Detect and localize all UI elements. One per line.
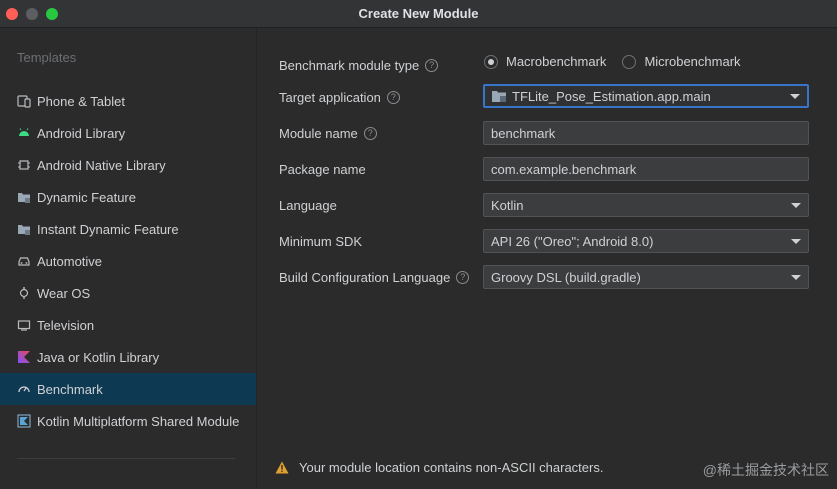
kotlin-icon <box>17 350 31 364</box>
sidebar-item-benchmark[interactable]: Benchmark <box>0 373 256 405</box>
templates-header: Templates <box>17 50 77 65</box>
sidebar-item-label: Wear OS <box>37 285 91 301</box>
min-sdk-label-row: Minimum SDK <box>279 230 362 252</box>
build-config-dropdown[interactable]: Groovy DSL (build.gradle) <box>483 265 809 289</box>
help-icon[interactable]: ? <box>456 270 470 284</box>
chevron-down-icon <box>790 94 800 99</box>
window-title: Create New Module <box>358 6 479 21</box>
module-name-label-row: Module name ? <box>279 122 377 144</box>
target-app-label-row: Target application ? <box>279 86 400 108</box>
package-name-field[interactable]: com.example.benchmark <box>483 157 809 181</box>
radio-unselected-icon[interactable] <box>622 54 637 69</box>
help-icon[interactable]: ? <box>386 90 400 104</box>
sidebar-item-android-native-library[interactable]: Android Native Library <box>0 149 256 181</box>
module-name-label: Module name <box>279 125 358 141</box>
target-app-value: TFLite_Pose_Estimation.app.main <box>512 88 711 104</box>
language-label: Language <box>279 197 337 213</box>
radio-label: Macrobenchmark <box>506 54 607 69</box>
module-name-field[interactable]: benchmark <box>483 121 809 145</box>
build-config-label: Build Configuration Language <box>279 269 451 285</box>
chevron-down-icon <box>791 275 801 280</box>
language-value: Kotlin <box>491 197 524 213</box>
sidebar-item-label: Android Library <box>37 125 126 141</box>
sidebar-item-instant-dynamic-feature[interactable]: Instant Dynamic Feature <box>0 213 256 245</box>
sidebar-item-android-library[interactable]: Android Library <box>0 117 256 149</box>
folder-icon <box>17 190 31 204</box>
sidebar-item-label: Phone & Tablet <box>37 93 125 109</box>
module-folder-icon <box>492 90 506 102</box>
warning-text: Your module location contains non-ASCII … <box>299 460 604 475</box>
non-ascii-warning: Your module location contains non-ASCII … <box>275 460 603 475</box>
module-name-value: benchmark <box>491 125 556 141</box>
package-name-label: Package name <box>279 161 366 177</box>
sidebar-item-wear-os[interactable]: Wear OS <box>0 277 256 309</box>
sidebar-item-label: Android Native Library <box>37 157 166 173</box>
sidebar-item-label: Dynamic Feature <box>37 189 136 205</box>
benchmark-type-radio-group: Macrobenchmark Microbenchmark <box>484 54 757 69</box>
language-label-row: Language <box>279 194 337 216</box>
phone-tablet-icon <box>17 94 31 108</box>
kotlin-mpp-icon <box>17 414 31 428</box>
target-app-dropdown[interactable]: TFLite_Pose_Estimation.app.main <box>483 84 809 108</box>
sidebar-item-television[interactable]: Television <box>0 309 256 341</box>
help-icon[interactable]: ? <box>425 58 439 72</box>
sidebar-item-automotive[interactable]: Automotive <box>0 245 256 277</box>
build-config-value: Groovy DSL (build.gradle) <box>491 269 641 285</box>
watch-icon <box>17 286 31 300</box>
tv-icon <box>17 318 31 332</box>
help-icon[interactable]: ? <box>363 126 377 140</box>
android-icon <box>17 126 31 140</box>
target-app-label: Target application <box>279 89 381 105</box>
sidebar-item-label: Benchmark <box>37 381 103 397</box>
sidebar-item-label: Automotive <box>37 253 103 269</box>
min-sdk-label: Minimum SDK <box>279 233 363 249</box>
radio-label: Microbenchmark <box>644 54 741 69</box>
sidebar-item-phone-tablet[interactable]: Phone & Tablet <box>0 85 256 117</box>
watermark-text: @稀土掘金技术社区 <box>702 462 829 478</box>
sidebar-item-java-kotlin-library[interactable]: Java or Kotlin Library <box>0 341 256 373</box>
min-sdk-dropdown[interactable]: API 26 ("Oreo"; Android 8.0) <box>483 229 809 253</box>
radio-macrobenchmark[interactable]: Macrobenchmark <box>484 54 606 69</box>
folder-icon <box>17 222 31 236</box>
sidebar-item-label: Kotlin Multiplatform Shared Module <box>37 413 240 429</box>
chip-icon <box>17 158 31 172</box>
sidebar-item-label: Instant Dynamic Feature <box>37 221 179 237</box>
module-config-form: Benchmark module type ? Macrobenchmark M… <box>257 28 837 489</box>
chevron-down-icon <box>791 239 801 244</box>
radio-selected-icon[interactable] <box>484 54 498 69</box>
gauge-icon <box>17 382 31 396</box>
chevron-down-icon <box>791 203 801 208</box>
build-config-label-row: Build Configuration Language ? <box>279 266 470 288</box>
sidebar-item-kotlin-multiplatform[interactable]: Kotlin Multiplatform Shared Module <box>0 405 256 437</box>
car-icon <box>17 254 31 268</box>
title-bar: Create New Module <box>0 0 837 28</box>
templates-sidebar: Templates Phone & Tablet Android Library… <box>0 28 257 489</box>
sidebar-item-dynamic-feature[interactable]: Dynamic Feature <box>0 181 256 213</box>
radio-microbenchmark[interactable]: Microbenchmark <box>622 54 741 69</box>
package-name-label-row: Package name <box>279 158 366 180</box>
sidebar-item-label: Television <box>37 317 95 333</box>
create-new-module-window: Create New Module Templates Phone & Tabl… <box>0 0 837 489</box>
warning-icon <box>275 461 289 474</box>
min-sdk-value: API 26 ("Oreo"; Android 8.0) <box>491 233 654 249</box>
sidebar-item-label: Java or Kotlin Library <box>37 349 160 365</box>
benchmark-type-label-row: Benchmark module type ? <box>279 54 439 76</box>
package-name-value: com.example.benchmark <box>491 161 637 177</box>
benchmark-type-label: Benchmark module type <box>279 57 420 73</box>
sidebar-divider <box>17 458 235 459</box>
language-dropdown[interactable]: Kotlin <box>483 193 809 217</box>
